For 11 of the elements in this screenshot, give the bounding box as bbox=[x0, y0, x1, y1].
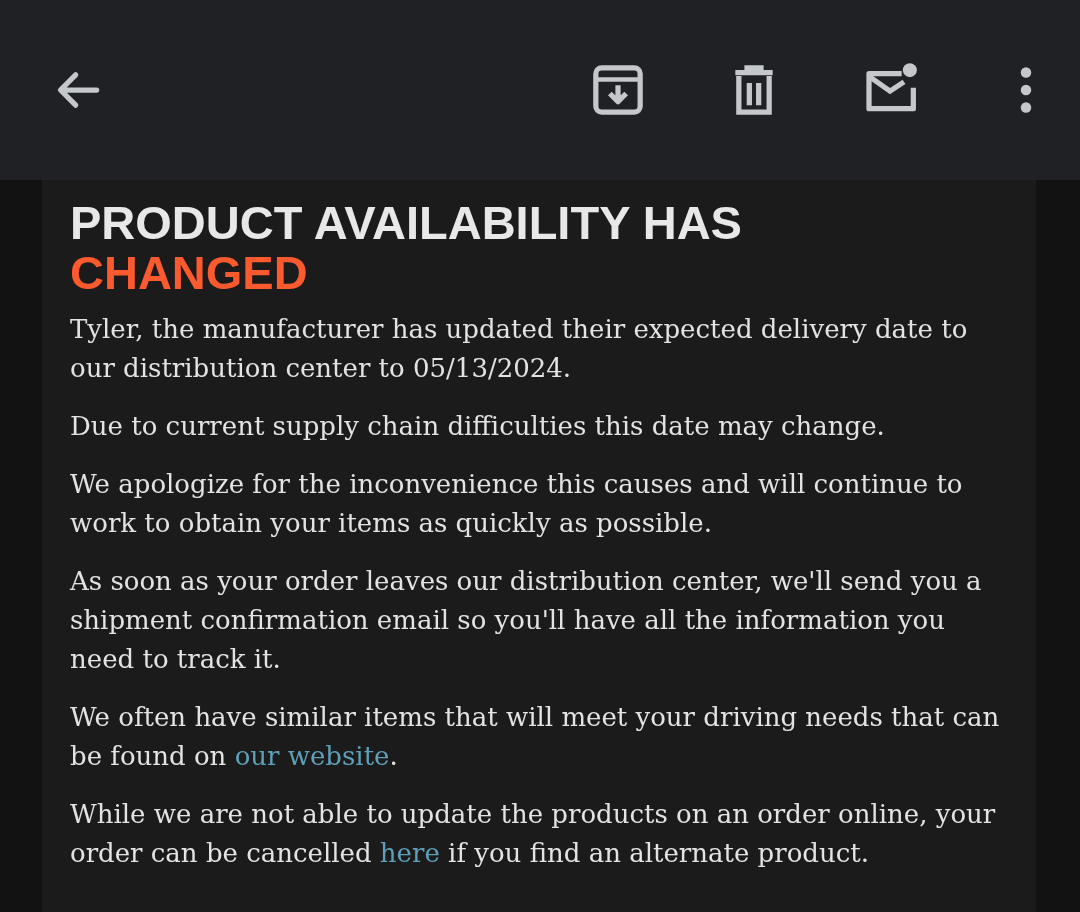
paragraph: We apologize for the inconvenience this causes and will continue to work to obtain your items as quickly as possible. bbox=[70, 468, 964, 540]
paragraph: While we are not able to update the products on an order online, your order can be cancelled here if you find an alternate product. bbox=[70, 798, 997, 870]
paragraph: As soon as your order leaves our distribution center, we'll send you a shipment confirmation email so you'll have all the information you need to track it. bbox=[70, 565, 983, 676]
heading-text: PRODUCT AVAILABILITY HAS bbox=[70, 198, 742, 248]
heading-text: CHANGED bbox=[70, 248, 308, 298]
link[interactable]: here bbox=[379, 838, 440, 868]
paragraph: We often have similar items that will meet your driving needs that can be found on our website. bbox=[70, 701, 1001, 773]
link[interactable]: our website bbox=[234, 741, 390, 771]
paragraph: Tyler, the manufacturer has updated their expected delivery date to our distribution center to 05/13/2024. bbox=[70, 313, 969, 385]
archive-icon[interactable] bbox=[590, 62, 646, 118]
paragraph: Due to current supply chain difficulties this date may change. bbox=[70, 410, 886, 443]
